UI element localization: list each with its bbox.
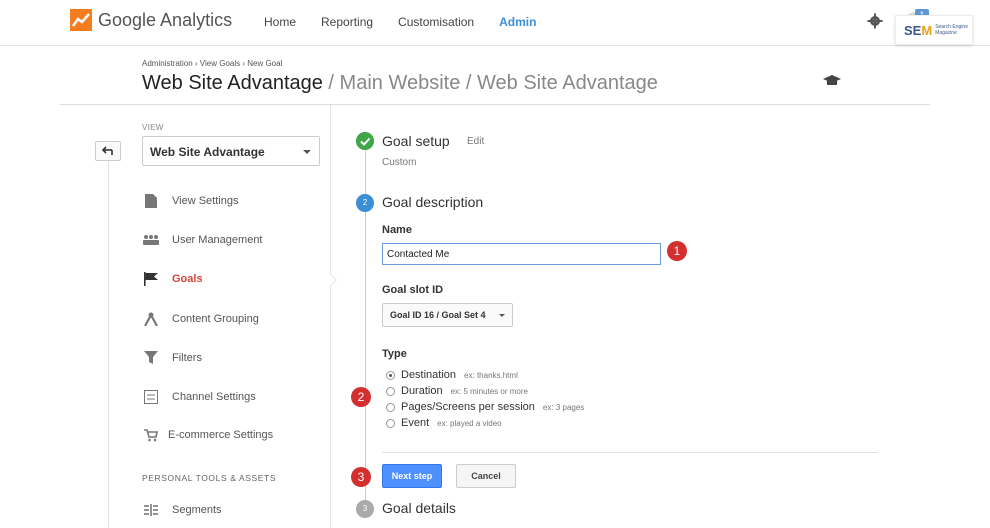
radio-duration[interactable] — [386, 386, 395, 396]
goal-slot-select[interactable]: Goal ID 16 / Goal Set 4 — [382, 303, 513, 327]
type-option-event[interactable]: Event ex: played a video — [386, 417, 502, 429]
sidebar-item-goals[interactable]: Goals — [142, 269, 203, 289]
goal-setup-title: Goal setup — [382, 133, 450, 149]
left-guide-line — [108, 161, 109, 528]
type-option-destination[interactable]: Destination ex: thanks.html — [386, 369, 518, 381]
edit-goal-setup-link[interactable]: Edit — [467, 136, 484, 147]
gear-icon[interactable] — [867, 13, 883, 29]
view-select[interactable]: Web Site Advantage — [142, 136, 320, 166]
back-arrow-icon — [102, 146, 113, 155]
step-2-badge: 2 — [356, 194, 374, 212]
nav-reporting[interactable]: Reporting — [321, 15, 373, 29]
chevron-down-icon — [303, 150, 311, 154]
radio-pages-screens[interactable] — [386, 402, 395, 412]
sidebar-item-ecommerce-settings[interactable]: E-commerce Settings — [142, 425, 273, 445]
type-option-example: ex: played a video — [437, 418, 502, 428]
logo-text: Google Analytics — [98, 9, 233, 30]
callout-1: 1 — [667, 241, 687, 261]
nav-admin[interactable]: Admin — [499, 15, 536, 29]
users-icon — [142, 232, 160, 248]
main-nav: Home Reporting Customisation Admin — [264, 15, 561, 29]
page-title: Web Site Advantage / Main Website / Web … — [142, 72, 658, 95]
sidebar-item-label: E-commerce Settings — [168, 429, 274, 441]
goal-setup-value: Custom — [382, 157, 417, 168]
type-option-pages-screens[interactable]: Pages/Screens per session ex: 3 pages — [386, 401, 584, 413]
active-item-notch — [322, 272, 338, 288]
sidebar-item-label: Filters — [172, 352, 202, 364]
goal-description-title: Goal description — [382, 194, 484, 210]
back-button[interactable] — [95, 141, 121, 161]
watermark-m: M — [921, 22, 933, 38]
type-label: Type — [382, 348, 407, 360]
form-divider — [382, 452, 878, 453]
sidebar-item-label: Content Grouping — [172, 313, 259, 325]
goal-name-input[interactable] — [382, 243, 661, 265]
next-step-button[interactable]: Next step — [382, 464, 442, 488]
radio-event[interactable] — [386, 418, 395, 428]
sidebar-item-user-management[interactable]: User Management — [142, 230, 263, 250]
sidebar-item-channel-settings[interactable]: Channel Settings — [142, 387, 256, 407]
channel-icon — [142, 389, 160, 405]
view-select-value: Web Site Advantage — [150, 145, 265, 159]
sidebar-item-content-grouping[interactable]: Content Grouping — [142, 309, 259, 329]
name-label: Name — [382, 224, 412, 236]
type-option-label: Destination — [401, 369, 457, 381]
sidebar-item-label: View Settings — [172, 195, 239, 207]
header-divider — [60, 104, 930, 105]
breadcrumb[interactable]: Administration › View Goals › New Goal — [142, 59, 282, 68]
sidebar-item-label: User Management — [172, 234, 263, 246]
nav-home[interactable]: Home — [264, 15, 296, 29]
nav-customisation[interactable]: Customisation — [398, 15, 474, 29]
cancel-button[interactable]: Cancel — [456, 464, 516, 488]
segments-icon — [142, 502, 160, 518]
document-icon — [142, 193, 160, 209]
grouping-icon — [142, 311, 160, 327]
checkmark-icon — [356, 132, 374, 150]
page-title-main: Web Site Advantage — [142, 72, 323, 94]
type-option-example: ex: 3 pages — [542, 402, 585, 412]
sidebar-item-label: Segments — [172, 504, 222, 516]
goal-slot-value: Goal ID 16 / Goal Set 4 — [390, 310, 486, 320]
watermark-sub: Search Engine Magazine — [935, 24, 968, 36]
top-bar: Google Analytics Home Reporting Customis… — [0, 0, 990, 46]
callout-3: 3 — [351, 467, 371, 487]
analytics-logo-icon — [70, 9, 92, 31]
callout-2: 2 — [351, 387, 371, 407]
type-option-label: Event — [401, 417, 430, 429]
cart-icon — [142, 427, 160, 443]
sidebar-item-view-settings[interactable]: View Settings — [142, 191, 238, 211]
sidebar-item-label: Goals — [172, 273, 203, 285]
sidebar-item-label: Channel Settings — [172, 391, 256, 403]
section-label-personal-tools: PERSONAL TOOLS & ASSETS — [142, 473, 277, 483]
flag-icon — [142, 271, 160, 287]
type-option-label: Duration — [401, 385, 443, 397]
filter-icon — [142, 350, 160, 366]
google-analytics-logo[interactable]: Google Analytics — [70, 9, 232, 31]
watermark-se: SE — [904, 22, 922, 38]
type-option-example: ex: 5 minutes or more — [450, 386, 528, 396]
type-option-duration[interactable]: Duration ex: 5 minutes or more — [386, 385, 528, 397]
radio-destination[interactable] — [386, 370, 395, 380]
type-option-example: ex: thanks.html — [464, 370, 518, 380]
sidebar-item-segments[interactable]: Segments — [142, 500, 222, 520]
step-3-badge: 3 — [356, 500, 374, 518]
type-option-label: Pages/Screens per session — [401, 401, 535, 413]
view-label: VIEW — [142, 123, 164, 132]
chevron-down-icon — [499, 314, 505, 317]
column-divider — [330, 105, 331, 528]
goal-slot-label: Goal slot ID — [382, 284, 444, 296]
graduation-cap-icon[interactable] — [823, 75, 841, 87]
goal-details-title: Goal details — [382, 500, 456, 516]
page-title-sub: / Main Website / Web Site Advantage — [322, 72, 658, 94]
sidebar-item-filters[interactable]: Filters — [142, 348, 202, 368]
sem-watermark-logo: SE M Search Engine Magazine — [895, 15, 973, 45]
